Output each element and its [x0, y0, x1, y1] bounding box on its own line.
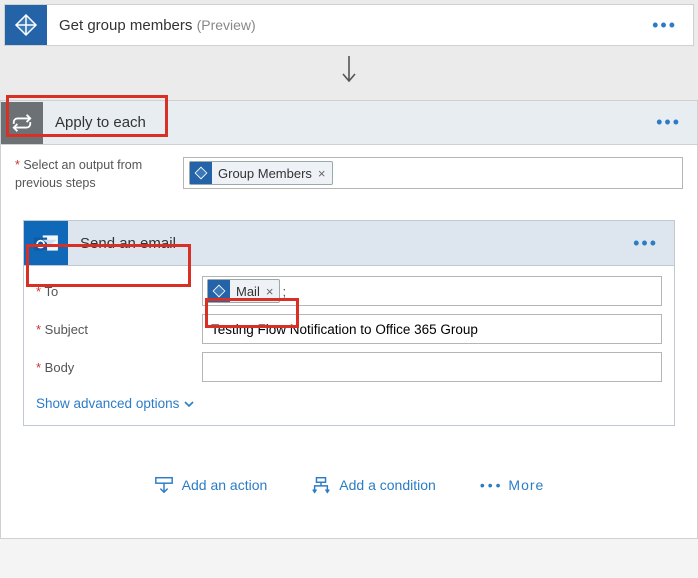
add-action-link[interactable]: Add an action: [154, 476, 268, 494]
chevron-down-icon: [183, 398, 195, 410]
remove-token-button[interactable]: ×: [318, 166, 326, 181]
apply-each-menu-button[interactable]: •••: [640, 112, 697, 133]
select-output-input[interactable]: Group Members ×: [183, 157, 683, 189]
add-action-icon: [154, 476, 174, 494]
show-advanced-options-link[interactable]: Show advanced options: [36, 396, 195, 411]
group-members-token[interactable]: Group Members ×: [189, 161, 333, 185]
select-output-label: * Select an output from previous steps: [15, 157, 165, 192]
subject-input[interactable]: [202, 314, 662, 344]
to-input[interactable]: Mail × ;: [202, 276, 662, 306]
loop-icon: [1, 102, 43, 144]
apply-to-each-header[interactable]: Apply to each •••: [1, 101, 697, 145]
azure-ad-icon: [208, 280, 230, 302]
send-email-header[interactable]: Send an email •••: [23, 220, 675, 266]
card-menu-button[interactable]: •••: [636, 15, 693, 36]
send-email-menu-button[interactable]: •••: [617, 233, 674, 254]
flow-arrow: [4, 56, 694, 86]
body-label: * Body: [36, 360, 186, 375]
remove-mail-token-button[interactable]: ×: [266, 284, 274, 299]
body-input[interactable]: [202, 352, 662, 382]
send-email-title: Send an email: [68, 235, 617, 252]
send-email-card: Send an email ••• * To Mail × ;: [23, 220, 675, 426]
subject-label: * Subject: [36, 322, 186, 337]
azure-ad-icon: [5, 5, 47, 45]
get-group-members-title: Get group members (Preview): [47, 17, 636, 34]
apply-to-each-title: Apply to each: [43, 114, 640, 131]
azure-ad-icon: [190, 162, 212, 184]
to-label: * To: [36, 284, 186, 299]
outlook-icon: [24, 221, 68, 265]
get-group-members-card[interactable]: Get group members (Preview) •••: [4, 4, 694, 46]
add-condition-icon: [311, 476, 331, 494]
add-condition-link[interactable]: Add a condition: [311, 476, 436, 494]
mail-token[interactable]: Mail ×: [207, 279, 280, 303]
more-actions-link[interactable]: ••• More: [480, 477, 545, 493]
apply-to-each-card: Apply to each ••• * Select an output fro…: [0, 100, 698, 539]
